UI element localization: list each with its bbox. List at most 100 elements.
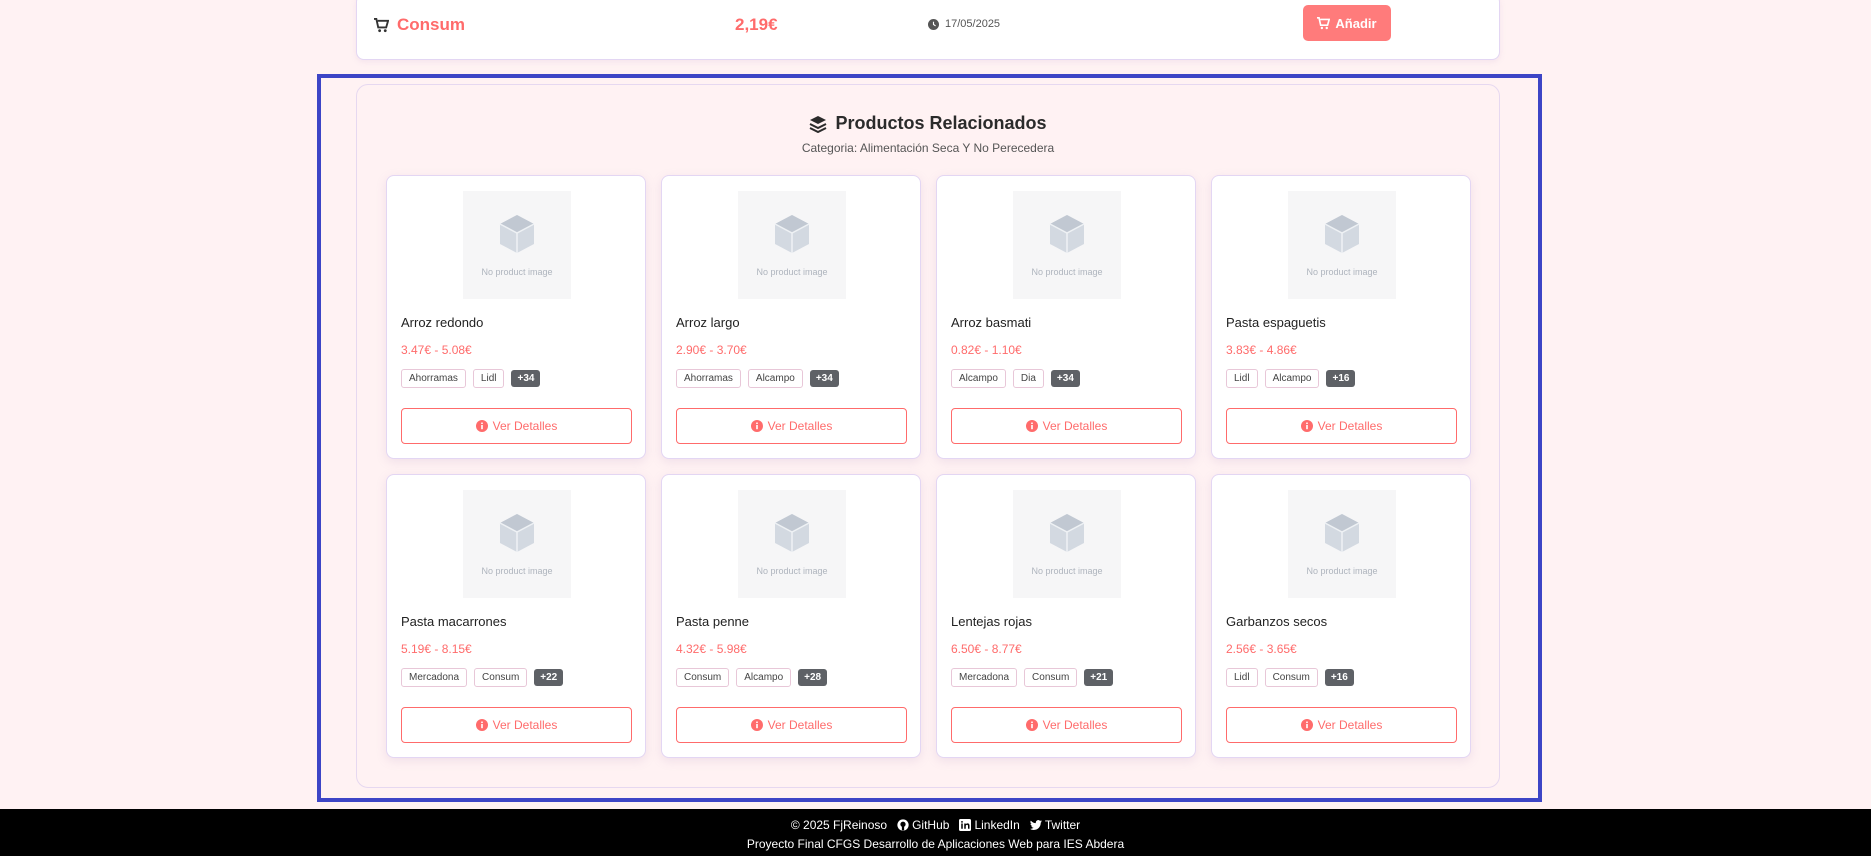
section-title-label: Productos Relacionados [835,113,1047,133]
product-price-range: 4.32€ - 5.98€ [676,642,747,656]
store-name-label: Consum [397,15,465,34]
product-image-placeholder: No product image [738,191,846,299]
linkedin-link-label: LinkedIn [974,818,1020,832]
store-tag: Lidl [472,369,505,388]
store-tag: Alcampo [747,369,803,388]
store-tag: Consum [676,668,730,687]
twitter-link-label: Twitter [1044,818,1081,832]
store-tags: Lidl Consum +16 [1226,668,1354,687]
box-icon [499,215,535,253]
add-to-cart-button[interactable]: Añadir [1303,5,1391,41]
product-image-placeholder: No product image [1013,490,1121,598]
section-title: Productos Relacionados [357,113,1499,134]
view-details-label: Ver Detalles [1317,718,1383,732]
product-price-range: 3.47€ - 5.08€ [401,343,472,357]
twitter-icon [1029,820,1042,830]
product-card: No product image Garbanzos secos 2.56€ -… [1211,474,1471,758]
store-tag: Ahorramas [676,369,741,388]
store-price: 2,19€ [735,15,778,34]
store-tag: Alcampo [951,369,1006,388]
store-tag: Mercadona [951,668,1018,687]
more-stores-badge: +22 [534,669,564,686]
clock-icon [928,18,939,30]
product-price-range: 6.50€ - 8.77€ [951,642,1022,656]
view-details-button[interactable]: Ver Detalles [401,408,632,444]
store-date-label: 17/05/2025 [945,18,1001,30]
product-image-placeholder: No product image [1288,191,1396,299]
view-details-button[interactable]: Ver Detalles [951,408,1182,444]
product-name: Pasta penne [676,614,750,629]
product-price-range: 5.19€ - 8.15€ [401,642,472,656]
view-details-label: Ver Detalles [1042,419,1108,433]
view-details-label: Ver Detalles [767,718,833,732]
github-link-label: GitHub [912,818,950,832]
info-icon [1025,719,1038,731]
view-details-label: Ver Detalles [1317,419,1383,433]
store-tags: Alcampo Dia +34 [951,369,1080,388]
view-details-button[interactable]: Ver Detalles [1226,408,1457,444]
view-details-label: Ver Detalles [492,419,558,433]
view-details-label: Ver Detalles [767,419,833,433]
store-tag: Alcampo [736,668,792,687]
no-image-text: No product image [1031,566,1103,576]
product-price-range: 0.82€ - 1.10€ [951,343,1022,357]
view-details-button[interactable]: Ver Detalles [676,707,907,743]
store-price-row: Consum 2,19€ 17/05/2025 Añadir [356,0,1500,60]
store-tags: Mercadona Consum +22 [401,668,564,687]
more-stores-badge: +34 [511,370,541,387]
more-stores-badge: +16 [1326,370,1356,387]
view-details-label: Ver Detalles [492,718,558,732]
box-icon [1324,514,1360,552]
product-grid: No product image Arroz redondo 3.47€ - 5… [386,175,1471,758]
more-stores-badge: +34 [809,370,839,387]
box-icon [1049,514,1085,552]
store-tag: Lidl [1226,369,1258,388]
no-image-text: No product image [481,267,553,277]
more-stores-badge: +34 [1050,370,1080,387]
footer-copyright: © 2025 FjReinoso [790,818,888,832]
view-details-button[interactable]: Ver Detalles [401,707,632,743]
linkedin-link[interactable]: LinkedIn [959,818,1020,832]
no-image-text: No product image [756,267,828,277]
box-icon [1324,215,1360,253]
no-image-text: No product image [481,566,553,576]
info-icon [1300,719,1313,731]
store-date: 17/05/2025 [928,18,1000,30]
info-icon [1025,420,1038,432]
twitter-link[interactable]: Twitter [1029,818,1081,832]
product-image-placeholder: No product image [463,490,571,598]
no-image-text: No product image [1306,267,1378,277]
store-tag: Consum [1264,668,1318,687]
product-price-range: 2.90€ - 3.70€ [676,343,747,357]
info-icon [750,719,763,731]
product-image-placeholder: No product image [738,490,846,598]
product-name: Arroz largo [676,315,740,330]
github-link[interactable]: GitHub [897,818,949,832]
footer-links: © 2025 FjReinoso GitHub LinkedIn Twitter [0,818,1871,832]
product-card: No product image Arroz basmati 0.82€ - 1… [936,175,1196,459]
product-card: No product image Pasta penne 4.32€ - 5.9… [661,474,921,758]
store-tags: Ahorramas Alcampo +34 [676,369,839,388]
view-details-button[interactable]: Ver Detalles [1226,707,1457,743]
product-card: No product image Arroz largo 2.90€ - 3.7… [661,175,921,459]
no-image-text: No product image [756,566,828,576]
store-tags: Lidl Alcampo +16 [1226,369,1356,388]
box-icon [774,215,810,253]
store-tags: Ahorramas Lidl +34 [401,369,541,388]
store-tag: Ahorramas [401,369,466,388]
product-name: Pasta macarrones [401,614,507,629]
product-name: Pasta espaguetis [1226,315,1326,330]
box-icon [1049,215,1085,253]
product-image-placeholder: No product image [463,191,571,299]
view-details-button[interactable]: Ver Detalles [951,707,1182,743]
section-subtitle: Categoria: Alimentación Seca Y No Perece… [801,141,1055,155]
info-icon [475,420,488,432]
product-price-range: 2.56€ - 3.65€ [1226,642,1297,656]
no-image-text: No product image [1031,267,1103,277]
product-name: Arroz basmati [951,315,1032,330]
product-image-placeholder: No product image [1288,490,1396,598]
store-tags: Mercadona Consum +21 [951,668,1114,687]
info-icon [1300,420,1313,432]
view-details-button[interactable]: Ver Detalles [676,408,907,444]
product-price-range: 3.83€ - 4.86€ [1226,343,1297,357]
